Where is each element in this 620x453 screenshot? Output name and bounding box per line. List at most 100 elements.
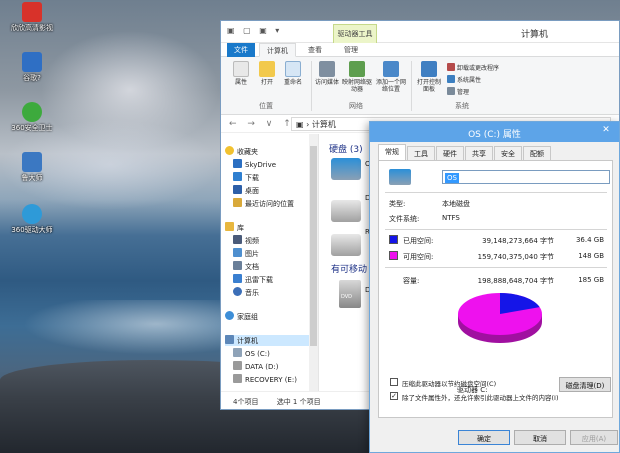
capacity-gb: 185 GB xyxy=(578,276,604,284)
drive-data-icon[interactable] xyxy=(331,200,361,222)
cancel-button[interactable]: 取消 xyxy=(514,430,566,445)
nav-drive-data[interactable]: DATA (D:) xyxy=(233,361,278,371)
tab-security[interactable]: 安全 xyxy=(494,146,522,160)
nav-homegroup[interactable]: 家庭组 xyxy=(225,311,258,322)
close-icon[interactable]: ✕ xyxy=(599,125,613,138)
desktop-icon-browser[interactable]: 谷歌? xyxy=(2,52,62,83)
nav-libraries[interactable]: 库 xyxy=(225,222,244,233)
driver-app-icon xyxy=(22,204,42,224)
used-space-label: 已用空间: xyxy=(403,237,434,245)
item-count: 4个项目 xyxy=(233,398,259,406)
uninstall-program-button[interactable]: 卸载或更改程序 xyxy=(447,63,499,72)
tab-view[interactable]: 查看 xyxy=(301,43,329,57)
drive-recovery-icon[interactable] xyxy=(331,234,361,256)
tab-sharing[interactable]: 共享 xyxy=(465,146,493,160)
capacity-label: 容量: xyxy=(403,277,420,285)
nav-scrollbar[interactable] xyxy=(309,134,318,391)
apply-button[interactable]: 应用(A) xyxy=(570,430,618,445)
media-icon xyxy=(319,61,335,77)
ok-button[interactable]: 确定 xyxy=(458,430,510,445)
drive-tools-context-tab: 驱动器工具 xyxy=(333,24,377,43)
system-properties-button[interactable]: 系统属性 xyxy=(447,75,481,84)
drive-icon xyxy=(233,361,242,370)
tab-hardware[interactable]: 硬件 xyxy=(436,146,464,160)
drive-os-icon[interactable] xyxy=(331,158,361,180)
nav-pictures[interactable]: 图片 xyxy=(233,248,259,259)
compress-label: 压缩此驱动器以节约磁盘空间(C) xyxy=(402,380,497,388)
library-icon xyxy=(225,222,234,231)
drive-icon xyxy=(233,348,242,357)
recent-icon xyxy=(233,198,242,207)
ludashi-app-icon xyxy=(22,152,42,172)
open-button[interactable]: 打开 xyxy=(255,61,279,86)
desktop-icon xyxy=(233,185,242,194)
compress-checkbox[interactable] xyxy=(390,378,398,386)
nav-documents[interactable]: 文档 xyxy=(233,261,259,272)
dialog-tabs: 常规 工具 硬件 共享 安全 配额 xyxy=(370,144,619,161)
nav-thunder[interactable]: 迅雷下载 xyxy=(233,274,273,285)
rename-icon xyxy=(285,61,301,77)
tab-quota[interactable]: 配额 xyxy=(523,146,551,160)
nav-buttons[interactable]: ← → ∨ ↑ xyxy=(229,119,295,129)
desktop-icon-label: 360安全卫士 xyxy=(11,124,53,132)
tab-file[interactable]: 文件 xyxy=(227,43,255,57)
computer-icon xyxy=(225,335,234,344)
tab-manage[interactable]: 管理 xyxy=(337,43,365,57)
divider xyxy=(385,267,607,268)
drive-icon xyxy=(233,374,242,383)
control-panel-button[interactable]: 打开控制面板 xyxy=(415,61,443,93)
add-location-button[interactable]: 添加一个网络位置 xyxy=(375,61,407,93)
map-drive-button[interactable]: 映射网络驱动器 xyxy=(341,61,373,93)
nav-computer[interactable]: 计算机 xyxy=(225,335,309,346)
shield-app-icon xyxy=(22,102,42,122)
free-space-label: 可用空间: xyxy=(403,253,434,261)
scroll-thumb[interactable] xyxy=(310,146,317,346)
nav-skydrive[interactable]: SkyDrive xyxy=(233,159,276,169)
nav-drive-recovery[interactable]: RECOVERY (E:) xyxy=(233,374,297,384)
nav-videos[interactable]: 视频 xyxy=(233,235,259,246)
tab-tools[interactable]: 工具 xyxy=(407,146,435,160)
used-space-swatch xyxy=(389,235,398,244)
group-removable[interactable]: 有可移动 xyxy=(331,262,367,275)
free-space-bytes: 159,740,375,040 字节 xyxy=(477,253,554,261)
window-title: 计算机 xyxy=(521,30,549,40)
group-label-network: 网络 xyxy=(349,102,363,110)
drive-icon xyxy=(389,169,411,185)
bird-app-icon xyxy=(22,52,42,72)
free-space-gb: 148 GB xyxy=(578,252,604,260)
video-icon xyxy=(233,235,242,244)
nav-music[interactable]: 音乐 xyxy=(233,287,259,298)
nav-downloads[interactable]: 下载 xyxy=(233,172,259,183)
quick-access-toolbar[interactable]: ▣ ▢ ▣ ▾ xyxy=(227,26,282,35)
nav-drive-os[interactable]: OS (C:) xyxy=(233,348,270,358)
drive-name-input[interactable]: OS xyxy=(442,170,610,184)
tab-general[interactable]: 常规 xyxy=(378,144,406,161)
desktop-icon-label: 鲁大师 xyxy=(21,174,43,182)
dialog-title: OS (C:) 属性 xyxy=(468,130,521,140)
properties-button[interactable]: 属性 xyxy=(229,61,253,86)
index-checkbox[interactable]: ✓ xyxy=(390,392,398,400)
divider xyxy=(385,229,607,230)
desktop-icon-360-security[interactable]: 360安全卫士 xyxy=(2,102,62,133)
desktop-icon-360-driver[interactable]: 360驱动大师 xyxy=(2,204,62,235)
navigation-pane: 收藏夹 SkyDrive 下载 桌面 最近访问的位置 库 视频 图片 文档 迅雷… xyxy=(221,134,319,391)
desktop-icon-ludashi[interactable]: 鲁大师 xyxy=(2,152,62,183)
tab-computer[interactable]: 计算机 xyxy=(259,43,296,57)
desktop-icon-label: 谷歌? xyxy=(23,74,41,82)
rename-button[interactable]: 重命名 xyxy=(279,61,307,86)
dialog-titlebar: OS (C:) 属性 ✕ xyxy=(370,122,619,142)
group-hard-disks[interactable]: 硬盘 (3) xyxy=(329,142,363,155)
disk-cleanup-button[interactable]: 磁盘清理(D) xyxy=(559,377,611,392)
cloud-icon xyxy=(233,159,242,168)
nav-desktop[interactable]: 桌面 xyxy=(233,185,259,196)
group-label-system: 系统 xyxy=(455,102,469,110)
picture-icon xyxy=(233,248,242,257)
desktop-icon-label: 欣欣高清影视 xyxy=(11,24,53,32)
nav-recent[interactable]: 最近访问的位置 xyxy=(233,198,294,209)
nav-favorites[interactable]: 收藏夹 xyxy=(225,146,258,157)
desktop-icon-video[interactable]: 欣欣高清影视 xyxy=(2,2,62,33)
star-icon xyxy=(225,146,234,155)
access-media-button[interactable]: 访问媒体 xyxy=(313,61,341,86)
manage-button[interactable]: 管理 xyxy=(447,87,469,96)
ribbon-separator xyxy=(311,61,312,111)
